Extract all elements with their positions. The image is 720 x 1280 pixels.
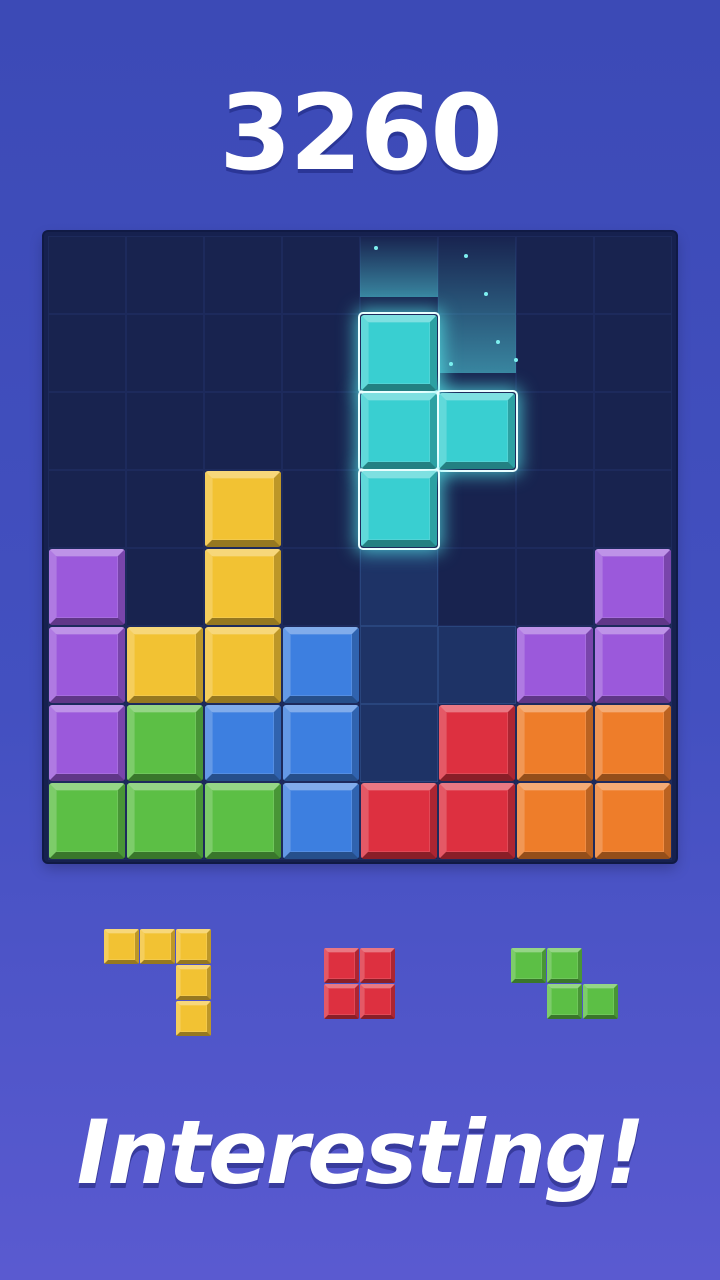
green-block — [127, 783, 203, 859]
purple-block — [49, 549, 125, 625]
grid-cell[interactable] — [516, 236, 594, 314]
active-piece-block[interactable] — [361, 471, 437, 547]
purple-block — [49, 705, 125, 781]
purple-block — [595, 627, 671, 703]
grid-cell[interactable] — [282, 548, 360, 626]
grid-cell[interactable] — [516, 470, 594, 548]
drop-preview-cell[interactable] — [360, 626, 438, 704]
yellow-mini-block — [176, 1001, 211, 1036]
green-block — [205, 783, 281, 859]
purple-block — [517, 627, 593, 703]
grid-cell[interactable] — [516, 548, 594, 626]
red-block — [361, 783, 437, 859]
green-mini-block — [547, 984, 582, 1019]
green-block — [127, 705, 203, 781]
grid-cell[interactable] — [594, 470, 672, 548]
grid-cell[interactable] — [204, 236, 282, 314]
grid-cell[interactable] — [48, 236, 126, 314]
yellow-block — [127, 627, 203, 703]
sparkle-particle — [464, 254, 468, 258]
sparkle-particle — [449, 362, 453, 366]
red-mini-block — [324, 984, 359, 1019]
orange-block — [517, 705, 593, 781]
grid-cell[interactable] — [126, 392, 204, 470]
grid-cell[interactable] — [204, 392, 282, 470]
red-block — [439, 783, 515, 859]
grid-cell[interactable] — [282, 392, 360, 470]
score-display: 3260 — [219, 72, 502, 194]
game-board[interactable] — [44, 232, 676, 862]
grid-cell[interactable] — [282, 470, 360, 548]
grid-cell[interactable] — [594, 236, 672, 314]
sparkle-particle — [374, 246, 378, 250]
purple-block — [49, 627, 125, 703]
active-piece-block[interactable] — [361, 315, 437, 391]
grid-cell[interactable] — [516, 314, 594, 392]
grid-cell[interactable] — [516, 392, 594, 470]
grid-cell[interactable] — [126, 548, 204, 626]
grid-cell[interactable] — [48, 314, 126, 392]
grid-cell[interactable] — [594, 314, 672, 392]
active-piece-block[interactable] — [439, 393, 515, 469]
blue-block — [283, 783, 359, 859]
grid-cell[interactable] — [594, 392, 672, 470]
green-mini-block — [511, 948, 546, 983]
grid-cell[interactable] — [282, 314, 360, 392]
grid-cell[interactable] — [48, 470, 126, 548]
red-block — [439, 705, 515, 781]
sparkle-particle — [496, 340, 500, 344]
grid-cell[interactable] — [438, 548, 516, 626]
grid-cell[interactable] — [126, 236, 204, 314]
yellow-mini-block — [140, 929, 175, 964]
yellow-block — [205, 471, 281, 547]
grid-cell[interactable] — [204, 314, 282, 392]
drop-preview-cell[interactable] — [360, 704, 438, 782]
tagline-text: Interesting! — [76, 1101, 646, 1204]
drop-preview-cell[interactable] — [360, 548, 438, 626]
grid-cell[interactable] — [48, 392, 126, 470]
green-block — [49, 783, 125, 859]
orange-block — [595, 705, 671, 781]
orange-block — [595, 783, 671, 859]
grid-cell[interactable] — [438, 236, 516, 314]
sparkle-particle — [484, 292, 488, 296]
blue-block — [205, 705, 281, 781]
yellow-mini-block — [104, 929, 139, 964]
purple-block — [595, 549, 671, 625]
grid-cell[interactable] — [438, 314, 516, 392]
green-mini-block — [547, 948, 582, 983]
orange-block — [517, 783, 593, 859]
grid-cell[interactable] — [438, 470, 516, 548]
yellow-mini-block — [176, 929, 211, 964]
red-mini-block — [324, 948, 359, 983]
yellow-block — [205, 627, 281, 703]
grid-cell[interactable] — [126, 314, 204, 392]
blue-block — [283, 705, 359, 781]
green-mini-block — [583, 984, 618, 1019]
blue-block — [283, 627, 359, 703]
active-piece-block[interactable] — [361, 393, 437, 469]
grid-cell[interactable] — [282, 236, 360, 314]
red-mini-block — [360, 948, 395, 983]
grid-cell[interactable] — [360, 236, 438, 314]
yellow-mini-block — [176, 965, 211, 1000]
drop-preview-cell[interactable] — [438, 626, 516, 704]
red-mini-block — [360, 984, 395, 1019]
grid-cell[interactable] — [126, 470, 204, 548]
yellow-block — [205, 549, 281, 625]
sparkle-particle — [514, 358, 518, 362]
